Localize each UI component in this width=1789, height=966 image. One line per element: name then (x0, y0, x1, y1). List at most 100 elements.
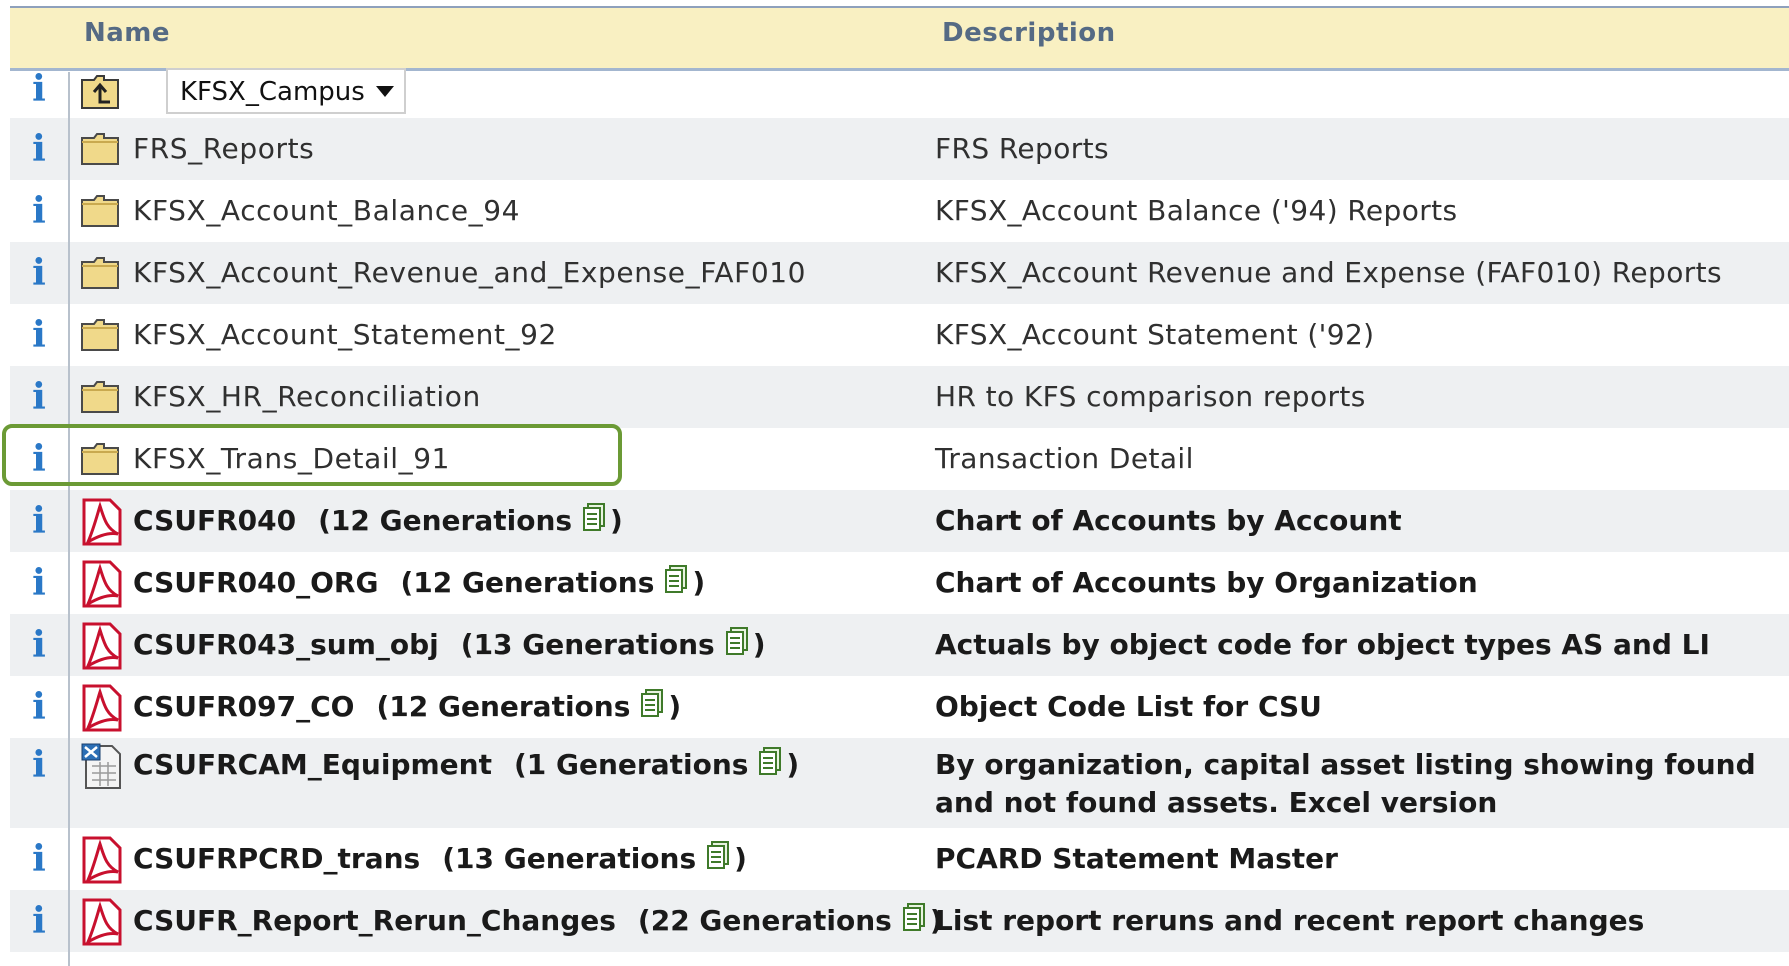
folder-icon[interactable] (80, 316, 120, 356)
list-item[interactable]: i CSUFR097_CO (12 Generations) Object Code … (10, 676, 1789, 738)
list-item[interactable]: i CSUFR040 (12 Generations) Chart of Accoun… (10, 490, 1789, 552)
report-name: CSUFRCAM_Equipment (1 Generations) (133, 746, 799, 787)
report-name: CSUFR_Report_Rerun_Changes (22 Generation… (133, 902, 943, 943)
list-item[interactable]: i KFSX_Account_Balance_94 KFSX_Account Bal… (10, 180, 1789, 242)
report-link[interactable]: CSUFRCAM_Equipment (133, 748, 492, 781)
report-browser: Name Description i KFSX_Campus i FRS_Report… (0, 0, 1789, 966)
report-description: Chart of Accounts by Account (935, 504, 1402, 537)
info-icon[interactable]: i (24, 376, 54, 418)
list-item[interactable]: i CSUFR040_ORG (12 Generations) Chart of Ac… (10, 552, 1789, 614)
info-icon[interactable]: i (24, 562, 54, 604)
report-name: KFSX_HR_Reconciliation (133, 378, 481, 416)
report-name: KFSX_Account_Balance_94 (133, 192, 520, 230)
report-name: FRS_Reports (133, 130, 314, 168)
report-description: PCARD Statement Master (935, 842, 1338, 875)
info-icon[interactable]: i (24, 500, 54, 542)
column-header-name[interactable]: Name (84, 18, 170, 48)
info-icon[interactable]: i (24, 128, 54, 170)
generations-icon[interactable] (582, 503, 606, 543)
generations-link[interactable]: (13 Generations) (442, 841, 747, 875)
generations-icon[interactable] (758, 747, 782, 787)
pdf-report-icon[interactable] (80, 898, 124, 950)
pdf-report-icon[interactable] (80, 836, 124, 888)
generations-link[interactable]: (1 Generations) (513, 747, 799, 781)
list-item[interactable]: i CSUFRCAM_Equipment (1 Generations) By org… (10, 738, 1789, 828)
report-description: Chart of Accounts by Organization (935, 566, 1478, 599)
report-description: Actuals by object code for object types … (935, 628, 1710, 661)
folder-link[interactable]: KFSX_Account_Statement_92 (133, 318, 557, 351)
info-icon[interactable]: i (24, 252, 54, 294)
report-link[interactable]: CSUFR040 (133, 504, 296, 537)
pdf-report-icon[interactable] (80, 622, 124, 674)
list-item[interactable]: i KFSX_HR_Reconciliation HR to KFS compari… (10, 366, 1789, 428)
generations-icon[interactable] (640, 689, 664, 729)
info-icon[interactable]: i (24, 686, 54, 728)
generations-close: ) (692, 566, 706, 599)
folder-icon[interactable] (80, 130, 120, 170)
info-icon[interactable]: i (24, 900, 54, 942)
generations-count: (13 Generations (442, 842, 697, 875)
report-description: KFSX_Account Revenue and Expense (FAF010… (935, 256, 1723, 289)
folder-icon[interactable] (80, 378, 120, 418)
generations-icon[interactable] (725, 627, 749, 667)
info-icon[interactable]: i (24, 68, 54, 110)
info-icon[interactable]: i (24, 314, 54, 356)
pdf-report-icon[interactable] (80, 684, 124, 736)
generations-icon[interactable] (664, 565, 688, 605)
report-name: CSUFR040_ORG (12 Generations) (133, 564, 705, 605)
generations-icon[interactable] (902, 903, 926, 943)
folder-icon[interactable] (80, 254, 120, 294)
report-description: By organization, capital asset listing s… (935, 748, 1756, 819)
list-item[interactable]: i KFSX_Account_Statement_92 KFSX_Account S… (10, 304, 1789, 366)
report-description: KFSX_Account Statement ('92) (935, 318, 1375, 351)
column-header-description[interactable]: Description (942, 18, 1116, 48)
generations-link[interactable]: (22 Generations) (638, 903, 943, 937)
report-name: KFSX_Account_Revenue_and_Expense_FAF010 (133, 254, 806, 292)
report-description: Object Code List for CSU (935, 690, 1322, 723)
report-description: HR to KFS comparison reports (935, 380, 1366, 413)
generations-link[interactable]: (12 Generations) (376, 689, 681, 723)
generations-count: (12 Generations (400, 566, 655, 599)
generations-link[interactable]: (12 Generations) (318, 503, 623, 537)
report-name: CSUFRPCRD_trans (13 Generations) (133, 840, 747, 881)
folder-select-value: KFSX_Campus (180, 77, 365, 107)
folder-nav-row[interactable]: i KFSX_Campus (10, 68, 1789, 118)
report-link[interactable]: CSUFR_Report_Rerun_Changes (133, 904, 616, 937)
report-description: FRS Reports (935, 132, 1110, 165)
excel-report-icon[interactable] (80, 742, 124, 794)
list-item[interactable]: i FRS_Reports FRS Reports (10, 118, 1789, 180)
report-link[interactable]: CSUFR040_ORG (133, 566, 378, 599)
info-icon[interactable]: i (24, 744, 54, 786)
list-item[interactable]: i CSUFR043_sum_obj (13 Generations) Actuals… (10, 614, 1789, 676)
list-item[interactable]: i KFSX_Account_Revenue_and_Expense_FAF010… (10, 242, 1789, 304)
folder-link[interactable]: KFSX_Account_Revenue_and_Expense_FAF010 (133, 256, 806, 289)
report-link[interactable]: CSUFR097_CO (133, 690, 354, 723)
report-name: CSUFR097_CO (12 Generations) (133, 688, 681, 729)
generations-close: ) (734, 842, 747, 875)
generations-count: (13 Generations (460, 628, 715, 661)
generations-close: ) (752, 628, 766, 661)
info-icon[interactable]: i (24, 190, 54, 232)
folder-link[interactable]: FRS_Reports (133, 132, 314, 165)
report-name: CSUFR043_sum_obj (13 Generations) (133, 626, 766, 667)
list-item[interactable]: i CSUFR_Report_Rerun_Changes (22 Generatio… (10, 890, 1789, 952)
up-folder-icon[interactable] (80, 74, 120, 114)
chevron-down-icon (376, 86, 394, 97)
pdf-report-icon[interactable] (80, 560, 124, 612)
info-icon[interactable]: i (24, 624, 54, 666)
pdf-report-icon[interactable] (80, 498, 124, 550)
folder-icon[interactable] (80, 192, 120, 232)
report-link[interactable]: CSUFRPCRD_trans (133, 842, 420, 875)
list-item[interactable]: i CSUFRPCRD_trans (13 Generations) PCARD St… (10, 828, 1789, 890)
generations-link[interactable]: (12 Generations) (400, 565, 706, 599)
generations-count: (1 Generations (513, 748, 749, 781)
report-name: KFSX_Account_Statement_92 (133, 316, 557, 354)
report-link[interactable]: CSUFR043_sum_obj (133, 628, 439, 661)
generations-link[interactable]: (13 Generations) (460, 627, 766, 661)
folder-link[interactable]: KFSX_Account_Balance_94 (133, 194, 520, 227)
folder-select[interactable]: KFSX_Campus (166, 68, 406, 114)
generations-icon[interactable] (706, 841, 730, 881)
column-header-bar: Name Description (10, 8, 1789, 71)
info-icon[interactable]: i (24, 838, 54, 880)
folder-link[interactable]: KFSX_HR_Reconciliation (133, 380, 481, 413)
